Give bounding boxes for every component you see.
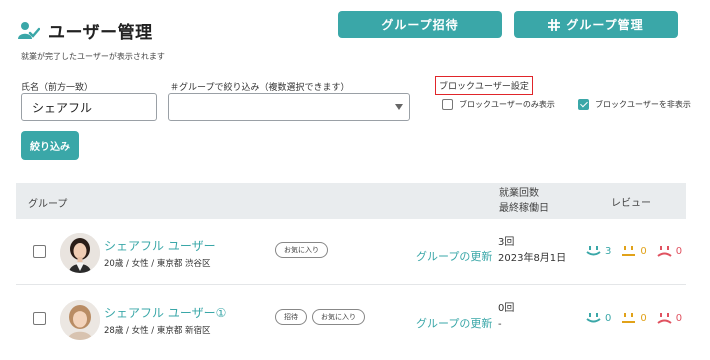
group-update-link[interactable]: グループの更新 bbox=[416, 248, 492, 264]
group-manage-button[interactable]: グループ管理 bbox=[514, 11, 678, 38]
group-manage-label: グループ管理 bbox=[566, 18, 644, 32]
review-neutral: 0 bbox=[621, 246, 647, 257]
row-checkbox[interactable] bbox=[33, 245, 46, 258]
neutral-face-icon bbox=[622, 313, 636, 323]
review-good-count: 0 bbox=[605, 313, 612, 324]
block-user-setting-label: ブロックユーザー設定 bbox=[435, 76, 533, 95]
group-select[interactable] bbox=[168, 93, 410, 121]
favorite-tag: お気に入り bbox=[312, 309, 365, 325]
review-summary: 3 0 0 bbox=[586, 246, 688, 257]
group-invite-label: グループ招待 bbox=[381, 18, 459, 32]
last-work-date: 2023年8月1日 bbox=[498, 253, 567, 264]
block-hide-label: ブロックユーザーを非表示 bbox=[595, 100, 691, 109]
table-row: シェアフル ユーザー 20歳 / 女性 / 東京都 渋谷区 お気に入り グループ… bbox=[16, 219, 686, 285]
user-name-link[interactable]: シェアフル ユーザー① bbox=[104, 304, 226, 321]
work-count: 3回 bbox=[498, 237, 515, 248]
review-good: 3 bbox=[586, 246, 611, 257]
block-only-checkbox[interactable] bbox=[442, 99, 453, 110]
name-filter-label: 氏名（前方一致） bbox=[21, 83, 94, 93]
review-summary: 0 0 0 bbox=[586, 313, 688, 324]
tag-list: お気に入り bbox=[275, 242, 328, 258]
col-review-header: レビュー bbox=[611, 198, 651, 209]
caret-down-icon bbox=[395, 104, 403, 110]
review-bad: 0 bbox=[657, 313, 682, 324]
review-good: 0 bbox=[586, 313, 611, 324]
review-neutral: 0 bbox=[621, 313, 647, 324]
favorite-tag: お気に入り bbox=[275, 242, 328, 258]
filter-button[interactable]: 絞り込み bbox=[21, 131, 79, 160]
users-check-icon bbox=[18, 21, 40, 39]
page-title: ユーザー管理 bbox=[48, 23, 153, 43]
user-name-link[interactable]: シェアフル ユーザー bbox=[104, 237, 216, 254]
col-last-date-label: 最終稼働日 bbox=[499, 203, 549, 214]
review-good-count: 3 bbox=[605, 246, 612, 257]
user-info: 28歳 / 女性 / 東京都 新宿区 bbox=[104, 326, 211, 336]
review-bad: 0 bbox=[657, 246, 682, 257]
smile-icon bbox=[586, 313, 601, 323]
user-info: 20歳 / 女性 / 東京都 渋谷区 bbox=[104, 259, 211, 269]
block-only-label: ブロックユーザーのみ表示 bbox=[459, 100, 555, 109]
page-subtitle: 就業が完了したユーザーが表示されます bbox=[21, 52, 165, 61]
avatar bbox=[60, 300, 100, 340]
group-filter-label: ＃グループで絞り込み（複数選択できます） bbox=[170, 83, 350, 93]
frown-icon bbox=[657, 313, 672, 324]
smile-icon bbox=[586, 246, 601, 256]
work-count: 0回 bbox=[498, 303, 515, 314]
last-work-date: - bbox=[498, 319, 502, 330]
filter-button-label: 絞り込み bbox=[30, 142, 70, 153]
table-row: シェアフル ユーザー① 28歳 / 女性 / 東京都 新宿区 招待 お気に入り … bbox=[16, 286, 686, 352]
page-header: ユーザー管理 bbox=[18, 18, 153, 43]
block-only-option[interactable]: ブロックユーザーのみ表示 bbox=[442, 99, 555, 110]
neutral-face-icon bbox=[622, 246, 636, 256]
group-update-link[interactable]: グループの更新 bbox=[416, 315, 492, 331]
frown-icon bbox=[657, 246, 672, 257]
block-hide-option[interactable]: ブロックユーザーを非表示 bbox=[578, 99, 691, 110]
avatar bbox=[60, 233, 100, 273]
table-header: グループ 就業回数 最終稼働日 レビュー bbox=[16, 183, 686, 219]
col-work-header: 就業回数 最終稼働日 bbox=[499, 186, 549, 216]
tag-list: 招待 お気に入り bbox=[275, 309, 365, 325]
group-invite-button[interactable]: グループ招待 bbox=[338, 11, 502, 38]
work-info: 3回 2023年8月1日 bbox=[498, 235, 566, 267]
hash-icon bbox=[548, 18, 561, 31]
work-info: 0回 - bbox=[498, 301, 514, 333]
review-neutral-count: 0 bbox=[640, 246, 647, 257]
name-input[interactable]: シェアフル bbox=[21, 93, 157, 121]
col-work-count-label: 就業回数 bbox=[499, 188, 539, 199]
review-bad-count: 0 bbox=[675, 246, 683, 257]
col-group-header: グループ bbox=[28, 199, 68, 210]
invite-tag: 招待 bbox=[275, 309, 307, 325]
row-checkbox[interactable] bbox=[33, 312, 46, 325]
review-bad-count: 0 bbox=[675, 313, 683, 324]
block-hide-checkbox[interactable] bbox=[578, 99, 589, 110]
review-neutral-count: 0 bbox=[640, 313, 647, 324]
